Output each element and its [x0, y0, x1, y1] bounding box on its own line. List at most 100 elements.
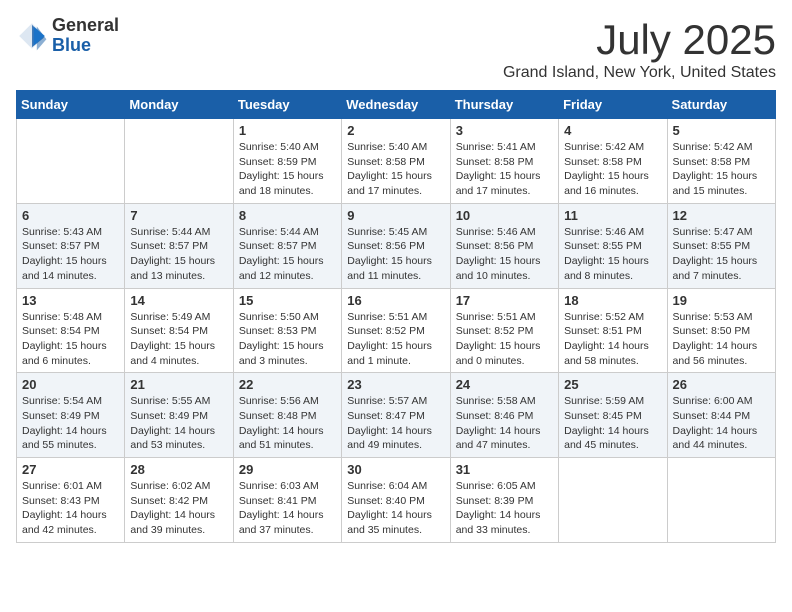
day-number: 31 — [456, 462, 553, 477]
calendar-cell: 26 Sunrise: 6:00 AMSunset: 8:44 PMDayligh… — [667, 373, 775, 458]
day-info: Sunrise: 5:51 AMSunset: 8:52 PMDaylight:… — [347, 310, 444, 369]
day-info: Sunrise: 5:44 AMSunset: 8:57 PMDaylight:… — [130, 225, 227, 284]
logo-text: General Blue — [52, 16, 119, 56]
calendar-cell — [125, 119, 233, 204]
calendar-table: SundayMondayTuesdayWednesdayThursdayFrid… — [16, 90, 776, 543]
day-info: Sunrise: 5:51 AMSunset: 8:52 PMDaylight:… — [456, 310, 553, 369]
calendar-cell: 10Sunrise: 5:46 AMSunset: 8:56 PMDayligh… — [450, 203, 558, 288]
calendar-cell: 16 Sunrise: 5:51 AMSunset: 8:52 PMDayligh… — [342, 288, 450, 373]
calendar-cell: 14 Sunrise: 5:49 AMSunset: 8:54 PMDayligh… — [125, 288, 233, 373]
day-number: 10 — [456, 208, 553, 223]
calendar-cell: 12 Sunrise: 5:47 AMSunset: 8:55 PMDayligh… — [667, 203, 775, 288]
day-info: Sunrise: 5:41 AMSunset: 8:58 PMDaylight:… — [456, 140, 553, 199]
calendar-cell — [17, 119, 125, 204]
calendar-cell: 24 Sunrise: 5:58 AMSunset: 8:46 PMDayligh… — [450, 373, 558, 458]
logo-blue-text: Blue — [52, 36, 119, 56]
weekday-header-tuesday: Tuesday — [233, 91, 341, 119]
day-number: 15 — [239, 293, 336, 308]
calendar-cell: 8 Sunrise: 5:44 AMSunset: 8:57 PMDaylight… — [233, 203, 341, 288]
day-info: Sunrise: 5:46 AMSunset: 8:55 PMDaylight:… — [564, 225, 661, 284]
day-info: Sunrise: 5:42 AMSunset: 8:58 PMDaylight:… — [564, 140, 661, 199]
logo-icon — [16, 20, 48, 52]
weekday-header-saturday: Saturday — [667, 91, 775, 119]
calendar-cell: 4 Sunrise: 5:42 AMSunset: 8:58 PMDaylight… — [559, 119, 667, 204]
calendar-cell: 18 Sunrise: 5:52 AMSunset: 8:51 PMDayligh… — [559, 288, 667, 373]
day-number: 22 — [239, 377, 336, 392]
day-number: 21 — [130, 377, 227, 392]
day-info: Sunrise: 5:52 AMSunset: 8:51 PMDaylight:… — [564, 310, 661, 369]
day-info: Sunrise: 6:00 AMSunset: 8:44 PMDaylight:… — [673, 394, 770, 453]
day-number: 20 — [22, 377, 119, 392]
day-info: Sunrise: 5:44 AMSunset: 8:57 PMDaylight:… — [239, 225, 336, 284]
calendar-cell: 3 Sunrise: 5:41 AMSunset: 8:58 PMDaylight… — [450, 119, 558, 204]
calendar-cell: 15 Sunrise: 5:50 AMSunset: 8:53 PMDayligh… — [233, 288, 341, 373]
calendar-cell: 22 Sunrise: 5:56 AMSunset: 8:48 PMDayligh… — [233, 373, 341, 458]
weekday-header-friday: Friday — [559, 91, 667, 119]
day-number: 16 — [347, 293, 444, 308]
logo: General Blue — [16, 16, 119, 56]
weekday-header-thursday: Thursday — [450, 91, 558, 119]
day-info: Sunrise: 5:58 AMSunset: 8:46 PMDaylight:… — [456, 394, 553, 453]
day-info: Sunrise: 5:53 AMSunset: 8:50 PMDaylight:… — [673, 310, 770, 369]
day-number: 17 — [456, 293, 553, 308]
calendar-week-row: 27 Sunrise: 6:01 AMSunset: 8:43 PMDayligh… — [17, 458, 776, 543]
day-number: 1 — [239, 123, 336, 138]
day-info: Sunrise: 6:03 AMSunset: 8:41 PMDaylight:… — [239, 479, 336, 538]
calendar-cell: 30Sunrise: 6:04 AMSunset: 8:40 PMDayligh… — [342, 458, 450, 543]
calendar-week-row: 1 Sunrise: 5:40 AMSunset: 8:59 PMDaylight… — [17, 119, 776, 204]
day-number: 13 — [22, 293, 119, 308]
calendar-cell: 13 Sunrise: 5:48 AMSunset: 8:54 PMDayligh… — [17, 288, 125, 373]
day-number: 26 — [673, 377, 770, 392]
day-number: 14 — [130, 293, 227, 308]
calendar-cell: 11Sunrise: 5:46 AMSunset: 8:55 PMDayligh… — [559, 203, 667, 288]
day-info: Sunrise: 5:43 AMSunset: 8:57 PMDaylight:… — [22, 225, 119, 284]
day-number: 29 — [239, 462, 336, 477]
day-info: Sunrise: 5:47 AMSunset: 8:55 PMDaylight:… — [673, 225, 770, 284]
day-info: Sunrise: 6:04 AMSunset: 8:40 PMDaylight:… — [347, 479, 444, 538]
calendar-cell: 6Sunrise: 5:43 AMSunset: 8:57 PMDaylight… — [17, 203, 125, 288]
calendar-cell: 19 Sunrise: 5:53 AMSunset: 8:50 PMDayligh… — [667, 288, 775, 373]
month-title: July 2025 — [503, 16, 776, 64]
day-info: Sunrise: 5:55 AMSunset: 8:49 PMDaylight:… — [130, 394, 227, 453]
weekday-header-sunday: Sunday — [17, 91, 125, 119]
day-info: Sunrise: 5:54 AMSunset: 8:49 PMDaylight:… — [22, 394, 119, 453]
day-number: 23 — [347, 377, 444, 392]
calendar-cell: 23 Sunrise: 5:57 AMSunset: 8:47 PMDayligh… — [342, 373, 450, 458]
day-info: Sunrise: 5:50 AMSunset: 8:53 PMDaylight:… — [239, 310, 336, 369]
weekday-header-row: SundayMondayTuesdayWednesdayThursdayFrid… — [17, 91, 776, 119]
day-info: Sunrise: 5:57 AMSunset: 8:47 PMDaylight:… — [347, 394, 444, 453]
day-number: 12 — [673, 208, 770, 223]
day-number: 19 — [673, 293, 770, 308]
calendar-cell: 25 Sunrise: 5:59 AMSunset: 8:45 PMDayligh… — [559, 373, 667, 458]
logo-general-text: General — [52, 16, 119, 36]
day-info: Sunrise: 5:49 AMSunset: 8:54 PMDaylight:… — [130, 310, 227, 369]
day-number: 4 — [564, 123, 661, 138]
calendar-cell: 27 Sunrise: 6:01 AMSunset: 8:43 PMDayligh… — [17, 458, 125, 543]
day-number: 5 — [673, 123, 770, 138]
day-number: 8 — [239, 208, 336, 223]
day-info: Sunrise: 5:48 AMSunset: 8:54 PMDaylight:… — [22, 310, 119, 369]
day-info: Sunrise: 6:01 AMSunset: 8:43 PMDaylight:… — [22, 479, 119, 538]
calendar-cell: 21 Sunrise: 5:55 AMSunset: 8:49 PMDayligh… — [125, 373, 233, 458]
calendar-cell: 31Sunrise: 6:05 AMSunset: 8:39 PMDayligh… — [450, 458, 558, 543]
day-number: 9 — [347, 208, 444, 223]
calendar-cell: 1 Sunrise: 5:40 AMSunset: 8:59 PMDaylight… — [233, 119, 341, 204]
calendar-week-row: 20 Sunrise: 5:54 AMSunset: 8:49 PMDayligh… — [17, 373, 776, 458]
weekday-header-monday: Monday — [125, 91, 233, 119]
day-info: Sunrise: 5:59 AMSunset: 8:45 PMDaylight:… — [564, 394, 661, 453]
calendar-cell — [559, 458, 667, 543]
day-number: 7 — [130, 208, 227, 223]
day-number: 18 — [564, 293, 661, 308]
day-info: Sunrise: 5:40 AMSunset: 8:59 PMDaylight:… — [239, 140, 336, 199]
calendar-cell: 17 Sunrise: 5:51 AMSunset: 8:52 PMDayligh… — [450, 288, 558, 373]
day-info: Sunrise: 6:02 AMSunset: 8:42 PMDaylight:… — [130, 479, 227, 538]
day-number: 25 — [564, 377, 661, 392]
day-number: 24 — [456, 377, 553, 392]
day-info: Sunrise: 5:56 AMSunset: 8:48 PMDaylight:… — [239, 394, 336, 453]
day-number: 27 — [22, 462, 119, 477]
calendar-cell: 5Sunrise: 5:42 AMSunset: 8:58 PMDaylight… — [667, 119, 775, 204]
calendar-cell: 2Sunrise: 5:40 AMSunset: 8:58 PMDaylight… — [342, 119, 450, 204]
location-text: Grand Island, New York, United States — [503, 64, 776, 82]
calendar-week-row: 6Sunrise: 5:43 AMSunset: 8:57 PMDaylight… — [17, 203, 776, 288]
day-number: 3 — [456, 123, 553, 138]
